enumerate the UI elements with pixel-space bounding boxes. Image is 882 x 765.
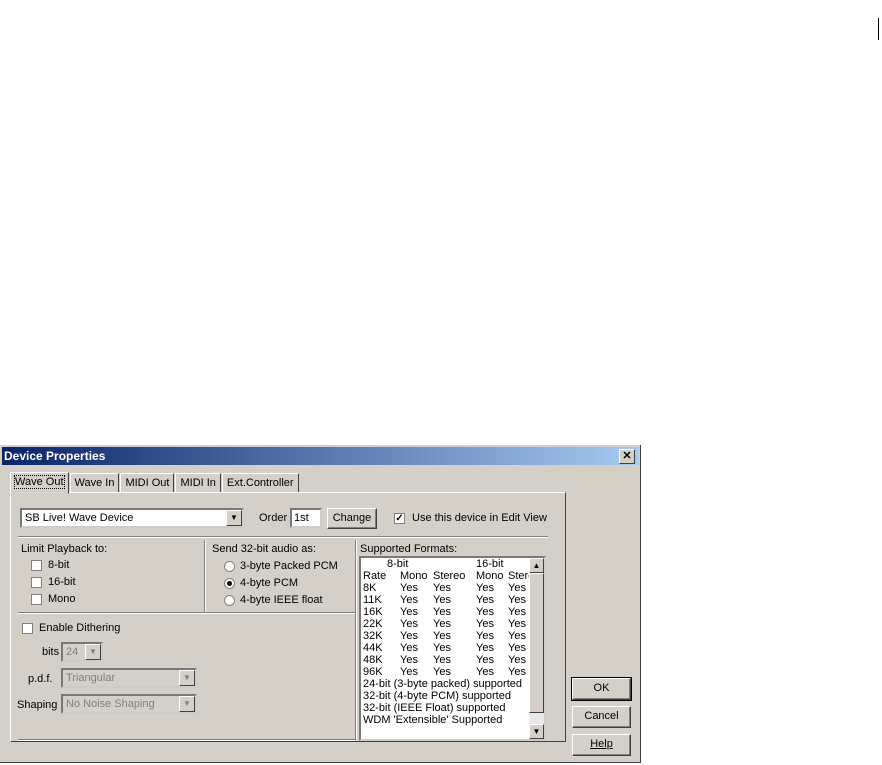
chevron-down-icon: ▼ — [179, 696, 195, 712]
tab-midi-in[interactable]: MIDI In — [175, 473, 221, 493]
divider — [204, 540, 206, 614]
formats-scrollbar[interactable]: ▲ ▼ — [529, 558, 544, 739]
send32-3byte-label: 3-byte Packed PCM — [240, 560, 338, 572]
tab-midi-out[interactable]: MIDI Out — [120, 473, 175, 493]
tab-strip: Wave Out Wave In MIDI Out MIDI In Ext.Co… — [10, 472, 300, 494]
list-item: 16K Yes Yes Yes Yes — [363, 606, 526, 618]
divider — [18, 536, 548, 538]
tab-wave-out[interactable]: Wave Out — [10, 472, 69, 494]
list-item: 44K Yes Yes Yes Yes — [363, 642, 526, 654]
enable-dithering-label: Enable Dithering — [39, 622, 121, 634]
list-item: 22K Yes Yes Yes Yes — [363, 618, 526, 630]
dialog-title: Device Properties — [4, 449, 106, 463]
shaping-value: No Noise Shaping — [66, 698, 155, 710]
pdf-value: Triangular — [66, 672, 116, 684]
chevron-down-icon: ▼ — [179, 670, 195, 686]
divider — [18, 612, 355, 614]
ok-button[interactable]: OK — [571, 677, 632, 701]
close-icon: ✕ — [622, 450, 632, 462]
scroll-down-button[interactable]: ▼ — [529, 724, 544, 739]
enable-dithering-checkbox[interactable] — [22, 623, 33, 634]
pdf-select[interactable]: Triangular ▼ — [61, 668, 197, 688]
bits-select[interactable]: 24 ▼ — [61, 642, 103, 662]
limit-mono-checkbox[interactable] — [31, 594, 42, 605]
list-item: 11K Yes Yes Yes Yes — [363, 594, 526, 606]
list-item: 8-bit 16-bit — [387, 558, 504, 570]
list-item: 32-bit (4-byte PCM) supported — [363, 690, 511, 702]
formats-table: 8-bit 16-bit Rate Mono Stereo Mono Stere… — [363, 558, 529, 726]
tab-wave-in[interactable]: Wave In — [69, 473, 120, 493]
device-select[interactable]: SB Live! Wave Device ▼ — [20, 508, 244, 528]
arrow-up-icon: ▲ — [532, 561, 541, 570]
title-bar: Device Properties ✕ — [2, 447, 639, 465]
change-button[interactable]: Change — [327, 508, 377, 529]
list-item: 32K Yes Yes Yes Yes — [363, 630, 526, 642]
divider — [355, 540, 357, 740]
send32-4byte-radio[interactable] — [224, 578, 235, 589]
list-item: WDM 'Extensible' Supported — [363, 714, 503, 726]
send32-4byte-label: 4-byte PCM — [240, 577, 299, 589]
limit-mono-label: Mono — [48, 593, 76, 605]
scroll-thumb[interactable] — [529, 573, 544, 713]
formats-listbox[interactable]: 8-bit 16-bit Rate Mono Stereo Mono Stere… — [359, 556, 546, 741]
close-button[interactable]: ✕ — [619, 449, 635, 464]
bits-label: bits — [42, 646, 60, 658]
shaping-label: Shaping — [17, 699, 58, 711]
divider — [18, 739, 355, 741]
arrow-down-icon: ▼ — [532, 727, 541, 736]
list-item: 32-bit (IEEE Float) supported — [363, 702, 506, 714]
bits-value: 24 — [66, 646, 79, 658]
order-label: Order — [259, 512, 288, 524]
list-item: 8K Yes Yes Yes Yes — [363, 582, 526, 594]
tab-ext-controller[interactable]: Ext.Controller — [221, 473, 299, 493]
limit-16bit-label: 16-bit — [48, 576, 76, 588]
use-device-checkbox[interactable]: ✓ — [394, 513, 405, 524]
screen-edge-mark — [878, 18, 879, 40]
limit-16bit-checkbox[interactable] — [31, 577, 42, 588]
limit-8bit-checkbox[interactable] — [31, 560, 42, 571]
limit-8bit-label: 8-bit — [48, 559, 70, 571]
send32-label: Send 32-bit audio as: — [212, 543, 316, 555]
use-device-label: Use this device in Edit View — [412, 512, 547, 524]
send32-float-label: 4-byte IEEE float — [240, 594, 323, 606]
chevron-down-icon: ▼ — [85, 644, 101, 660]
pdf-label: p.d.f. — [28, 673, 53, 685]
help-button[interactable]: Help — [572, 734, 631, 756]
chevron-down-icon: ▼ — [226, 510, 242, 526]
send32-3byte-radio[interactable] — [224, 561, 235, 572]
shaping-select[interactable]: No Noise Shaping ▼ — [61, 694, 197, 714]
list-item: 96K Yes Yes Yes Yes — [363, 666, 526, 678]
cancel-button[interactable]: Cancel — [572, 706, 631, 728]
list-item: 24-bit (3-byte packed) supported — [363, 678, 522, 690]
formats-label: Supported Formats: — [360, 543, 458, 555]
scroll-up-button[interactable]: ▲ — [529, 558, 544, 573]
send32-float-radio[interactable] — [224, 595, 235, 606]
limit-playback-label: Limit Playback to: — [21, 543, 108, 555]
device-select-value: SB Live! Wave Device — [25, 512, 134, 524]
order-field[interactable]: 1st — [290, 508, 322, 528]
list-item: Rate Mono Stereo Mono Stere — [363, 570, 529, 582]
list-item: 48K Yes Yes Yes Yes — [363, 654, 526, 666]
